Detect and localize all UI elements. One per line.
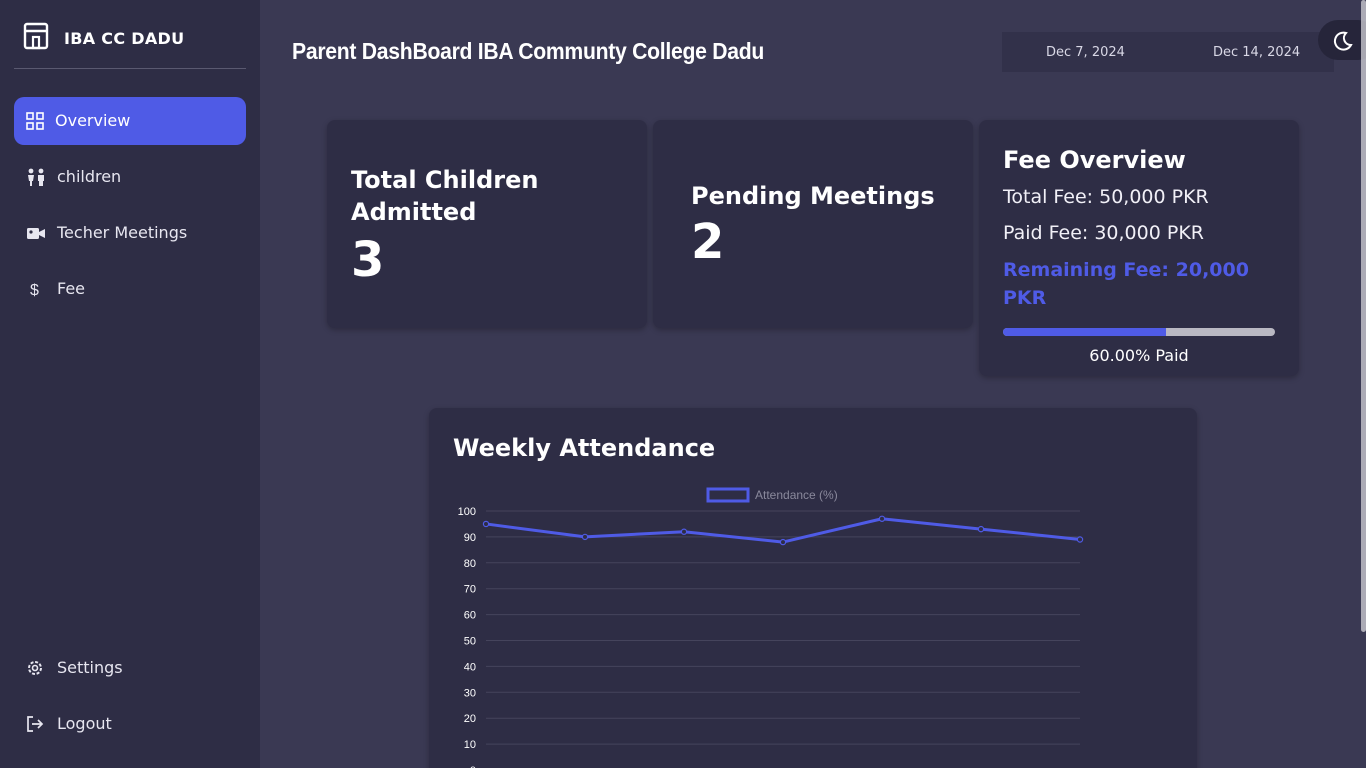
fee-progress-label: 60.00% Paid (1089, 346, 1189, 365)
y-tick-label: 100 (458, 506, 476, 518)
legend-swatch (706, 487, 750, 503)
svg-text:$: $ (30, 282, 39, 298)
sidebar-item-label: Overview (55, 111, 131, 130)
dollar-icon: $ (30, 282, 39, 298)
sidebar: IBA CC DADU Overview children Techer Mee… (0, 0, 260, 768)
y-tick-label: 20 (464, 713, 476, 725)
legend-label: Attendance (%) (755, 488, 838, 502)
children-count: 3 (351, 232, 385, 288)
attendance-line (485, 517, 1081, 544)
sidebar-item-label: children (57, 167, 122, 186)
y-tick-label: 50 (464, 636, 476, 648)
sidebar-item-label: Logout (57, 714, 112, 733)
card-title: Total Children Admitted (351, 166, 539, 226)
attendance-chart-card: Weekly Attendance 1009080706050403020100… (429, 408, 1197, 768)
sidebar-item-teacher-meetings[interactable]: Techer Meetings (14, 209, 246, 257)
data-point (878, 515, 886, 522)
moon-icon (1333, 31, 1353, 51)
y-tick-label: 60 (464, 610, 476, 622)
children-card: Total Children Admitted 3 (327, 120, 647, 328)
y-tick-label: 80 (464, 558, 476, 570)
brand[interactable]: IBA CC DADU (14, 0, 246, 69)
sidebar-item-fee[interactable]: $ Fee (14, 265, 246, 313)
children-icon (28, 168, 44, 186)
data-point (680, 528, 688, 535)
sidebar-item-settings[interactable]: Settings (14, 644, 246, 692)
grid-icon (26, 112, 44, 130)
sidebar-item-children[interactable]: children (14, 153, 246, 201)
y-tick-label: 90 (464, 532, 476, 544)
data-point (779, 538, 787, 546)
fee-progress-bar (1003, 328, 1275, 336)
video-camera-icon (27, 228, 45, 239)
paid-fee: Paid Fee: 30,000 PKR (1003, 222, 1204, 244)
total-fee: Total Fee: 50,000 PKR (1003, 186, 1209, 208)
remaining-fee: Remaining Fee: 20,000 PKR (1003, 259, 1249, 309)
data-point (482, 520, 490, 528)
y-tick-label: 30 (464, 687, 476, 699)
store-icon (23, 22, 49, 50)
brand-title: IBA CC DADU (64, 29, 185, 48)
y-tick-label: 70 (464, 584, 476, 596)
fee-progress-fill (1003, 328, 1167, 336)
logout-icon (27, 716, 44, 732)
attendance-chart: 1009080706050403020100Attendance (%) (458, 487, 1084, 768)
card-title: Fee Overview (1003, 146, 1186, 174)
sidebar-item-logout[interactable]: Logout (14, 700, 246, 748)
fee-card: Fee Overview Total Fee: 50,000 PKR Paid … (979, 120, 1299, 376)
meetings-count: 2 (691, 214, 725, 270)
date-range-picker[interactable]: Dec 7, 2024 Dec 14, 2024 (1002, 32, 1334, 72)
meetings-card: Pending Meetings 2 (653, 120, 973, 328)
data-point (977, 525, 985, 533)
page-title: Parent DashBoard IBA Communty College Da… (292, 38, 765, 64)
scrollbar[interactable] (1361, 0, 1366, 632)
sidebar-item-overview[interactable]: Overview (14, 97, 246, 145)
data-point (581, 533, 589, 541)
y-tick-label: 10 (464, 739, 476, 751)
sidebar-item-label: Settings (57, 658, 123, 677)
data-point (1076, 536, 1084, 543)
sidebar-item-label: Techer Meetings (57, 223, 188, 242)
y-tick-label: 40 (464, 661, 476, 673)
date-from[interactable]: Dec 7, 2024 (1046, 45, 1125, 60)
date-to[interactable]: Dec 14, 2024 (1213, 45, 1300, 60)
sidebar-item-label: Fee (57, 279, 86, 298)
card-title: Pending Meetings (691, 182, 935, 210)
theme-toggle-button[interactable] (1318, 20, 1366, 60)
gear-icon (28, 661, 42, 675)
